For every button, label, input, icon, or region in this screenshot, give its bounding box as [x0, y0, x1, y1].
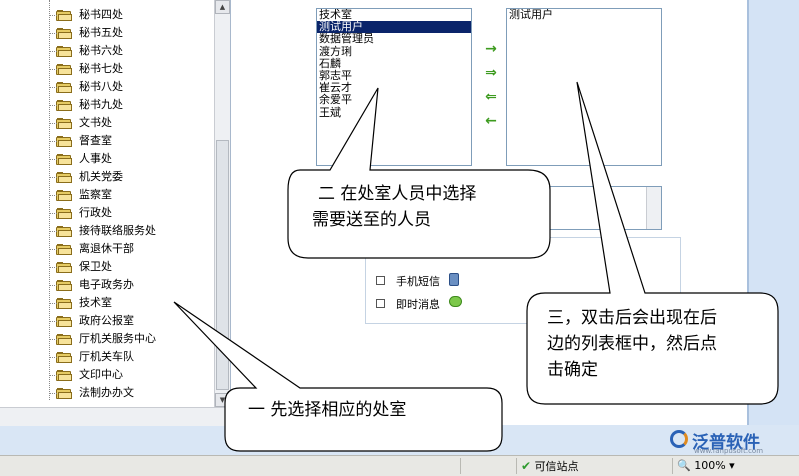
- zoom-level: 100%: [694, 459, 726, 472]
- chevron-down-icon: ▾: [729, 459, 735, 472]
- callout-step3-line1: 三，双击后会出现在后: [547, 308, 717, 328]
- callout-step2-line2: 需要送至的人员: [312, 210, 431, 230]
- check-icon: ✔: [521, 459, 532, 473]
- logo-mark-icon: [670, 430, 688, 448]
- status-bar: ✔ 可信站点 🔍 100% ▾: [0, 455, 799, 476]
- brand-logo: 泛普软件 www.fanpusoft.com: [670, 428, 790, 455]
- callout-step3-line3: 击确定: [547, 360, 598, 380]
- zone-label: 可信站点: [534, 460, 579, 473]
- logo-url: www.fanpusoft.com: [694, 447, 764, 455]
- callout-step3-line2: 边的列表框中，然后点: [547, 334, 717, 354]
- callout-step2-line1: 二 在处室人员中选择: [318, 184, 477, 204]
- callout-step1-bubble: [173, 301, 503, 452]
- zoom-control[interactable]: 🔍 100% ▾: [672, 458, 797, 474]
- security-zone: ✔ 可信站点: [516, 458, 671, 474]
- zoom-icon: 🔍: [677, 459, 691, 472]
- status-cell-blank: [460, 458, 516, 474]
- callout-step1-text: 一 先选择相应的处室: [248, 400, 407, 420]
